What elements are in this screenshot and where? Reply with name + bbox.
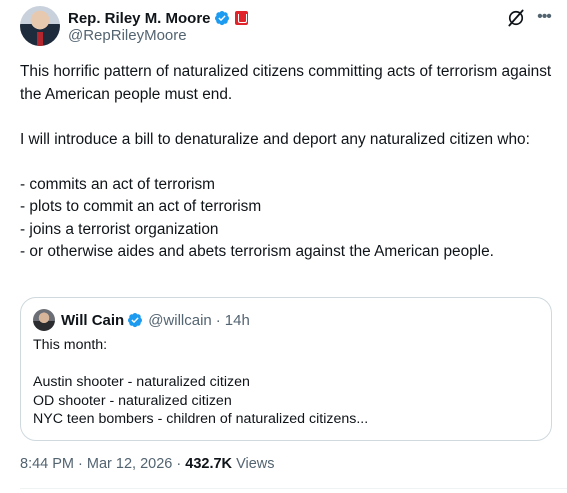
author-avatar[interactable]: [20, 6, 60, 46]
quoted-author-avatar[interactable]: [33, 309, 55, 331]
quoted-author-name[interactable]: Will Cain: [61, 312, 124, 329]
tweet-time[interactable]: 8:44 PM: [20, 456, 74, 472]
quoted-verified-badge-icon: [128, 313, 143, 328]
more-icon[interactable]: •••: [533, 6, 555, 28]
author-name[interactable]: Rep. Riley M. Moore: [68, 10, 211, 27]
quoted-tweet-text: This month: Austin shooter - naturalized…: [33, 337, 369, 427]
quoted-tweet[interactable]: Will Cain @willcain · 14h This month: Au…: [20, 297, 552, 441]
grok-icon[interactable]: [506, 8, 526, 28]
verified-badge-icon[interactable]: [214, 10, 230, 26]
views-label: Views: [236, 456, 275, 472]
government-badge-icon[interactable]: [234, 11, 248, 25]
author-name-row: Rep. Riley M. Moore: [68, 8, 248, 28]
quoted-separator: ·: [215, 311, 221, 329]
tweet-text: This horrific pattern of naturalized cit…: [20, 63, 552, 260]
quoted-author-row: Will Cain @willcain · 14h: [61, 311, 250, 329]
tweet-date[interactable]: Mar 12, 2026: [87, 456, 172, 472]
author-handle[interactable]: @RepRileyMoore: [68, 27, 187, 44]
views-count: 432.7K: [185, 456, 233, 472]
tweet: Rep. Riley M. Moore @RepRileyMoore ••• T…: [0, 0, 567, 493]
meta-separator: ·: [78, 456, 83, 472]
tweet-meta: 8:44 PM · Mar 12, 2026 · 432.7K Views: [20, 456, 274, 472]
meta-separator: ·: [176, 456, 182, 472]
quoted-author-handle[interactable]: @willcain: [148, 312, 212, 329]
quoted-timestamp[interactable]: 14h: [225, 312, 250, 329]
divider: [20, 488, 567, 489]
